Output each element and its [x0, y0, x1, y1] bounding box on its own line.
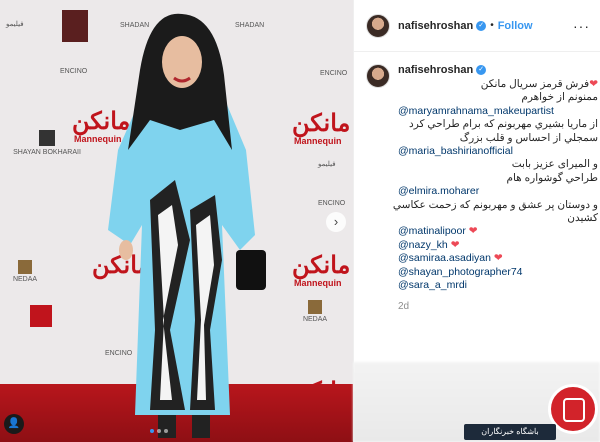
caption-line: طراحي گوشواره هام: [506, 171, 598, 184]
caption-line: ممنونم از خواهرم: [521, 91, 598, 104]
mention-link[interactable]: @maria_bashirianofficial: [398, 145, 598, 158]
verified-icon: ✓: [476, 65, 487, 75]
avatar[interactable]: [366, 64, 390, 88]
heart-icon: ❤: [589, 78, 598, 90]
caption-line: ❤فرش قرمز سريال مانكن: [480, 78, 598, 90]
slide-dot: [157, 429, 161, 433]
caption-line: و المیرای عزيز بابت: [511, 158, 598, 171]
heart-icon: ❤: [490, 252, 503, 265]
caption-line: و دوستان پر عشق و مهربونم كه زحمت عكاسي: [392, 198, 598, 211]
post-photo[interactable]: فیلیمو SHADAN SHADAN ENCINO SHAYAN BOKHA…: [0, 0, 353, 442]
avatar[interactable]: [366, 13, 390, 38]
mention-link[interactable]: @sara_a_mrdi: [398, 279, 598, 292]
post-header: nafisehroshan ✓ • Follow ···: [354, 0, 600, 52]
caption-username[interactable]: nafisehroshan: [398, 64, 473, 76]
slide-dot: [150, 429, 154, 433]
mention-link[interactable]: @shayan_photographer74: [398, 266, 598, 279]
slide-indicator: [150, 429, 168, 433]
more-options-icon[interactable]: ···: [573, 18, 590, 34]
heart-icon: ❤: [465, 225, 478, 238]
mention-link[interactable]: @nazy_kh ❤: [398, 239, 598, 252]
post-username[interactable]: nafisehroshan: [398, 20, 473, 32]
caption-line: كشيدن: [567, 212, 598, 225]
post-timestamp[interactable]: 2d: [398, 301, 598, 312]
next-slide-button[interactable]: ›: [326, 212, 346, 232]
caption-comment: nafisehroshan ✓ ❤فرش قرمز سريال مانكن ممن…: [354, 52, 600, 312]
watermark-text: باشگاه خبرنگاران: [464, 424, 556, 440]
woman-figure: [108, 13, 266, 438]
follow-button[interactable]: Follow: [498, 20, 533, 32]
separator-dot: •: [490, 20, 494, 31]
mention-link[interactable]: @samiraa.asadiyan ❤: [398, 252, 598, 265]
user-tag-icon[interactable]: 👤: [4, 414, 24, 434]
caption-line: از ماريا بشيري مهربونم كه برام طراحي كرد: [409, 118, 598, 131]
caption-text: ❤فرش قرمز سريال مانكن ممنونم از خواهرم @ma…: [392, 78, 598, 293]
caption-line: سمجلي از احساس و قلب بزرگ: [459, 131, 598, 144]
mention-link[interactable]: @maryamrahnama_makeupartist: [398, 105, 598, 118]
verified-icon: ✓: [476, 20, 487, 31]
mention-link[interactable]: @matinalipoor ❤: [398, 225, 598, 238]
slide-dot: [164, 429, 168, 433]
mention-link[interactable]: @elmira.moharer: [398, 185, 598, 198]
heart-icon: ❤: [447, 238, 460, 251]
